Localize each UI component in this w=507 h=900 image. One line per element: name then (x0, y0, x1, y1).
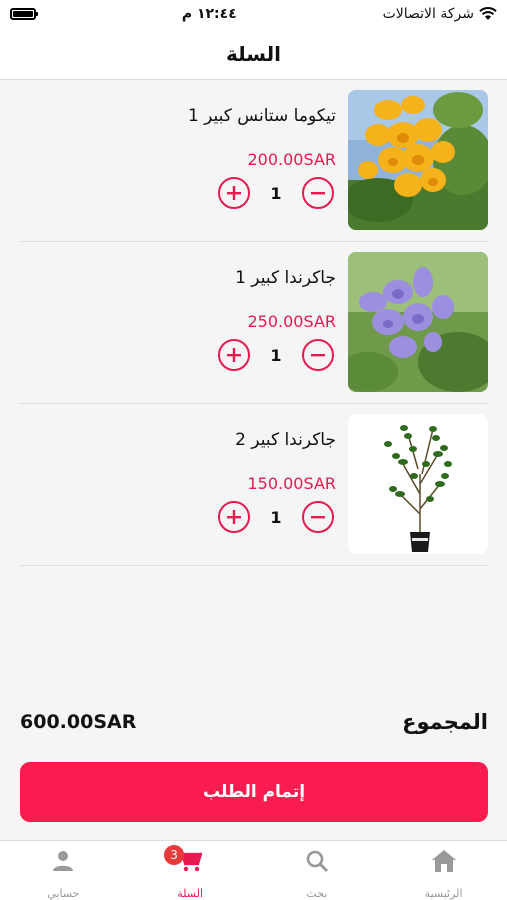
plus-icon (227, 510, 241, 524)
tab-cart[interactable]: 3 السلة (127, 841, 254, 900)
tab-label: السلة (177, 887, 203, 900)
increase-quantity-button[interactable] (218, 177, 250, 209)
product-price: 150.00SAR (247, 474, 337, 493)
tab-home[interactable]: الرئيسية (380, 841, 507, 900)
carrier-name: شركة الاتصالات (382, 6, 474, 22)
cart-list: تيكوما ستانس كبير 1 200.00SAR 1 جاكرندا … (20, 80, 488, 566)
battery-indicator (10, 8, 38, 20)
product-image-yellow-flowers[interactable] (348, 90, 488, 230)
status-bar: ١٢:٤٤ م شركة الاتصالات (0, 0, 507, 28)
checkout-button[interactable]: إتمام الطلب (20, 762, 488, 822)
total-amount: 600.00SAR (20, 711, 137, 733)
plus-icon (227, 348, 241, 362)
plus-icon (227, 186, 241, 200)
cart-count-badge: 3 (164, 845, 185, 865)
product-image-purple-flowers[interactable] (348, 252, 488, 392)
tab-label: الرئيسية (424, 887, 463, 900)
search-icon (306, 850, 328, 873)
page-title: السلة (225, 41, 281, 66)
decrease-quantity-button[interactable] (302, 501, 334, 533)
decrease-quantity-button[interactable] (302, 177, 334, 209)
product-name: جاكرندا كبير 1 (235, 268, 336, 288)
quantity-stepper: 1 (218, 339, 334, 371)
product-image-potted-sapling[interactable] (348, 414, 488, 554)
bottom-tab-bar: حسابي 3 السلة بحث الرئيسية (0, 840, 507, 900)
product-price: 200.00SAR (247, 150, 337, 169)
product-price: 250.00SAR (247, 312, 337, 331)
tab-account[interactable]: حسابي (0, 841, 127, 900)
tab-label: بحث (306, 887, 328, 900)
increase-quantity-button[interactable] (218, 501, 250, 533)
cart-item: جاكرندا كبير 1 250.00SAR 1 (20, 242, 488, 404)
product-name: جاكرندا كبير 2 (235, 430, 336, 450)
minus-icon (311, 516, 325, 519)
cart-item: تيكوما ستانس كبير 1 200.00SAR 1 (20, 80, 488, 242)
quantity-value: 1 (270, 507, 282, 527)
battery-icon (10, 8, 38, 20)
tab-label: حسابي (47, 887, 80, 900)
wifi-icon (479, 7, 497, 20)
status-time: ١٢:٤٤ م (181, 6, 237, 22)
quantity-value: 1 (270, 345, 282, 365)
minus-icon (311, 354, 325, 357)
quantity-stepper: 1 (218, 177, 334, 209)
cart-total: 600.00SAR المجموع (20, 704, 488, 740)
quantity-value: 1 (270, 183, 282, 203)
increase-quantity-button[interactable] (218, 339, 250, 371)
total-label: المجموع (402, 710, 488, 734)
cart-item: جاكرندا كبير 2 150.00SAR 1 (20, 404, 488, 566)
tab-search[interactable]: بحث (254, 841, 381, 900)
person-icon (53, 851, 74, 871)
home-icon (431, 850, 456, 872)
decrease-quantity-button[interactable] (302, 339, 334, 371)
product-name: تيكوما ستانس كبير 1 (187, 106, 336, 126)
page-header: السلة (0, 28, 507, 80)
minus-icon (311, 192, 325, 195)
quantity-stepper: 1 (218, 501, 334, 533)
